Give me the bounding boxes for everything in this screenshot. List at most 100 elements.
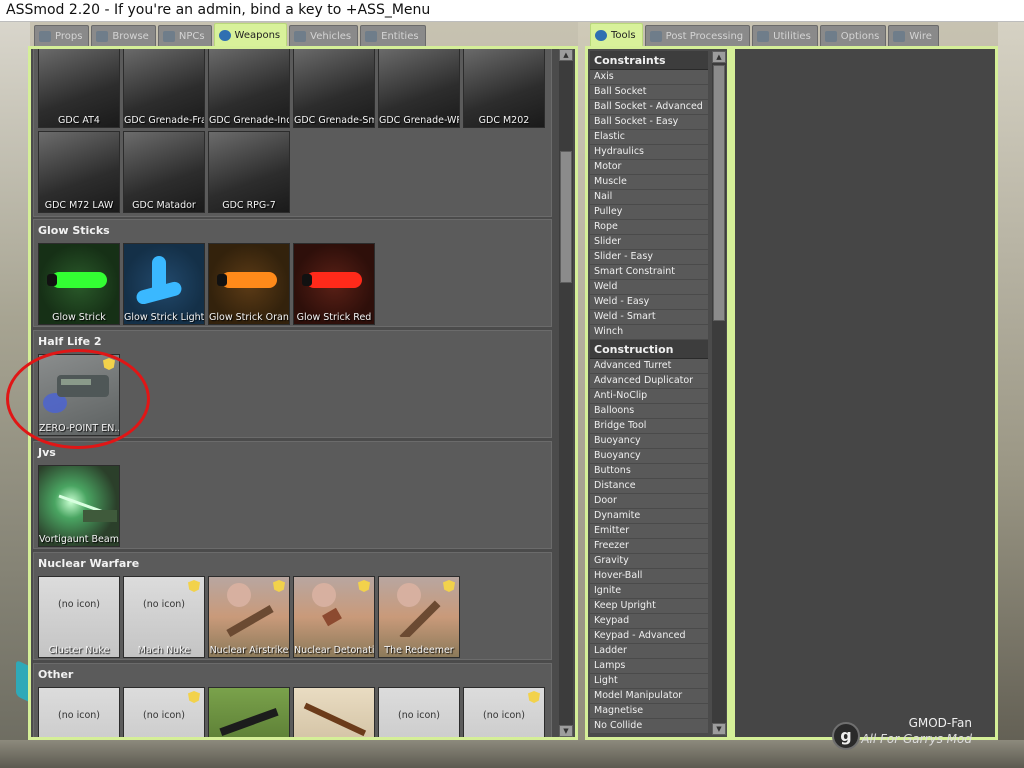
spawn-icon[interactable]: Glow Strick Orange bbox=[208, 243, 290, 325]
spawn-icon[interactable]: GDC Grenade-Smo bbox=[293, 49, 375, 128]
tool-item[interactable]: Weld - Smart bbox=[590, 310, 708, 325]
spawn-icon[interactable] bbox=[293, 687, 375, 737]
spawn-icon[interactable]: Nuclear Airstrike bbox=[208, 576, 290, 658]
spawn-icon[interactable]: GDC Matador bbox=[123, 131, 205, 213]
tool-settings-pane bbox=[735, 49, 995, 737]
tab-props[interactable]: Props bbox=[34, 25, 90, 46]
tool-item[interactable]: Weld - Easy bbox=[590, 295, 708, 310]
tab-weapons[interactable]: Weapons bbox=[213, 23, 288, 46]
tab-post-processing[interactable]: Post Processing bbox=[644, 25, 751, 46]
tools-scrollbar[interactable]: ▲ ▼ bbox=[712, 51, 726, 735]
spawn-icon[interactable]: GDC M202 bbox=[463, 49, 545, 128]
tool-item[interactable]: Slider bbox=[590, 235, 708, 250]
spawn-icon-label: Cluster Nuke bbox=[48, 645, 110, 656]
spawn-icon[interactable]: Nuclear Detonation bbox=[293, 576, 375, 658]
tab-vehicles[interactable]: Vehicles bbox=[289, 25, 359, 46]
tool-item[interactable]: Hover-Ball bbox=[590, 569, 708, 584]
spawn-icon-label: Glow Strick Orange bbox=[209, 312, 289, 323]
spawn-icon[interactable]: Vortigaunt Beam bbox=[38, 465, 120, 547]
tool-item[interactable]: Advanced Duplicator bbox=[590, 374, 708, 389]
tool-item[interactable]: Light bbox=[590, 674, 708, 689]
tool-item[interactable]: Rope bbox=[590, 220, 708, 235]
admin-shield-icon bbox=[528, 691, 540, 703]
scroll-thumb[interactable] bbox=[713, 65, 725, 321]
tab-utilities[interactable]: Utilities bbox=[752, 25, 818, 46]
tool-item[interactable]: Balloons bbox=[590, 404, 708, 419]
spawn-icon[interactable]: (no icon) bbox=[463, 687, 545, 737]
tool-item[interactable]: Magnetise bbox=[590, 704, 708, 719]
tool-item[interactable]: Buoyancy bbox=[590, 434, 708, 449]
tool-item[interactable]: No Collide bbox=[590, 719, 708, 734]
tool-item[interactable]: Elastic bbox=[590, 130, 708, 145]
tool-item[interactable]: Model Manipulator bbox=[590, 689, 708, 704]
scroll-down-button[interactable]: ▼ bbox=[559, 725, 573, 737]
tab-wire[interactable]: Wire bbox=[888, 25, 939, 46]
tool-item[interactable]: Buttons bbox=[590, 464, 708, 479]
tool-item[interactable]: Emitter bbox=[590, 524, 708, 539]
tool-item[interactable]: Buoyancy bbox=[590, 449, 708, 464]
spawn-icon[interactable]: GDC AT4 bbox=[38, 49, 120, 128]
props-icon bbox=[39, 30, 51, 42]
tool-item[interactable]: Muscle bbox=[590, 175, 708, 190]
spawn-icon[interactable]: (no icon) bbox=[378, 687, 460, 737]
tool-item[interactable]: Ignite bbox=[590, 584, 708, 599]
spawn-icon[interactable]: (no icon) Mach Nuke bbox=[123, 576, 205, 658]
tool-item[interactable]: Door bbox=[590, 494, 708, 509]
tool-item[interactable]: Nail bbox=[590, 190, 708, 205]
tool-item[interactable]: Lamps bbox=[590, 659, 708, 674]
scroll-down-button[interactable]: ▼ bbox=[712, 723, 726, 735]
tool-item[interactable]: Gravity bbox=[590, 554, 708, 569]
spawn-icon[interactable]: GDC RPG-7 bbox=[208, 131, 290, 213]
spawn-icon[interactable]: The Redeemer bbox=[378, 576, 460, 658]
tool-item[interactable]: Slider - Easy bbox=[590, 250, 708, 265]
tool-item[interactable]: Bridge Tool bbox=[590, 419, 708, 434]
scroll-up-button[interactable]: ▲ bbox=[559, 49, 573, 61]
spawn-scrollbar[interactable]: ▲ ▼ bbox=[559, 49, 573, 737]
npcs-icon bbox=[162, 30, 175, 42]
tool-item[interactable]: Ball Socket - Easy bbox=[590, 115, 708, 130]
tool-item[interactable]: Hydraulics bbox=[590, 145, 708, 160]
tool-item[interactable]: Keypad - Advanced bbox=[590, 629, 708, 644]
tool-item[interactable]: Winch bbox=[590, 325, 708, 340]
tool-item[interactable]: Dynamite bbox=[590, 509, 708, 524]
tool-item[interactable]: Ball Socket - Advanced bbox=[590, 100, 708, 115]
browse-icon bbox=[96, 30, 109, 42]
no-icon-text: (no icon) bbox=[143, 710, 185, 721]
tool-item[interactable]: Keep Upright bbox=[590, 599, 708, 614]
spawn-icon[interactable]: GDC Grenade-WP bbox=[378, 49, 460, 128]
spawn-icon[interactable]: GDC Grenade-Indi... bbox=[208, 49, 290, 128]
tool-item[interactable]: Freezer bbox=[590, 539, 708, 554]
tool-item[interactable]: Ball Socket bbox=[590, 85, 708, 100]
spawn-icon[interactable]: GDC Grenade-Frag bbox=[123, 49, 205, 128]
tab-entities[interactable]: Entities bbox=[360, 25, 426, 46]
tab-npcs[interactable]: NPCs bbox=[157, 25, 212, 46]
spawn-icon[interactable] bbox=[208, 687, 290, 737]
tool-item[interactable]: Smart Constraint bbox=[590, 265, 708, 280]
tab-browse[interactable]: Browse bbox=[91, 25, 156, 46]
category-title: Nuclear Warfare bbox=[38, 557, 140, 570]
scroll-thumb[interactable] bbox=[560, 151, 572, 283]
tool-item[interactable]: Anti-NoClip bbox=[590, 389, 708, 404]
tab-options[interactable]: Options bbox=[819, 25, 887, 46]
spawn-icon[interactable]: (no icon) Cluster Nuke bbox=[38, 576, 120, 658]
tool-item[interactable]: Axis bbox=[590, 70, 708, 85]
tool-item[interactable]: Distance bbox=[590, 479, 708, 494]
tool-item[interactable]: Motor bbox=[590, 160, 708, 175]
tool-item[interactable]: Weld bbox=[590, 280, 708, 295]
spawn-icon[interactable]: (no icon) bbox=[123, 687, 205, 737]
tool-item[interactable]: Advanced Turret bbox=[590, 359, 708, 374]
spawn-icon[interactable]: Glow Strick bbox=[38, 243, 120, 325]
tool-category-title: Construction bbox=[590, 340, 708, 359]
tool-item[interactable]: Keypad bbox=[590, 614, 708, 629]
tab-tools[interactable]: Tools bbox=[590, 23, 643, 46]
tool-item[interactable]: Pulley bbox=[590, 205, 708, 220]
scroll-up-button[interactable]: ▲ bbox=[712, 51, 726, 63]
tool-list: Constraints Axis Ball Socket Ball Socket -… bbox=[590, 51, 708, 734]
spawn-icon[interactable]: GDC M72 LAW bbox=[38, 131, 120, 213]
spawn-icon-label: GDC M202 bbox=[478, 115, 530, 126]
spawn-icon[interactable]: Glow Strick Light Bl bbox=[123, 243, 205, 325]
spawn-icon[interactable]: Glow Strick Red bbox=[293, 243, 375, 325]
tool-item[interactable]: Ladder bbox=[590, 644, 708, 659]
no-icon-text: (no icon) bbox=[143, 599, 185, 610]
spawn-icon[interactable]: (no icon) bbox=[38, 687, 120, 737]
